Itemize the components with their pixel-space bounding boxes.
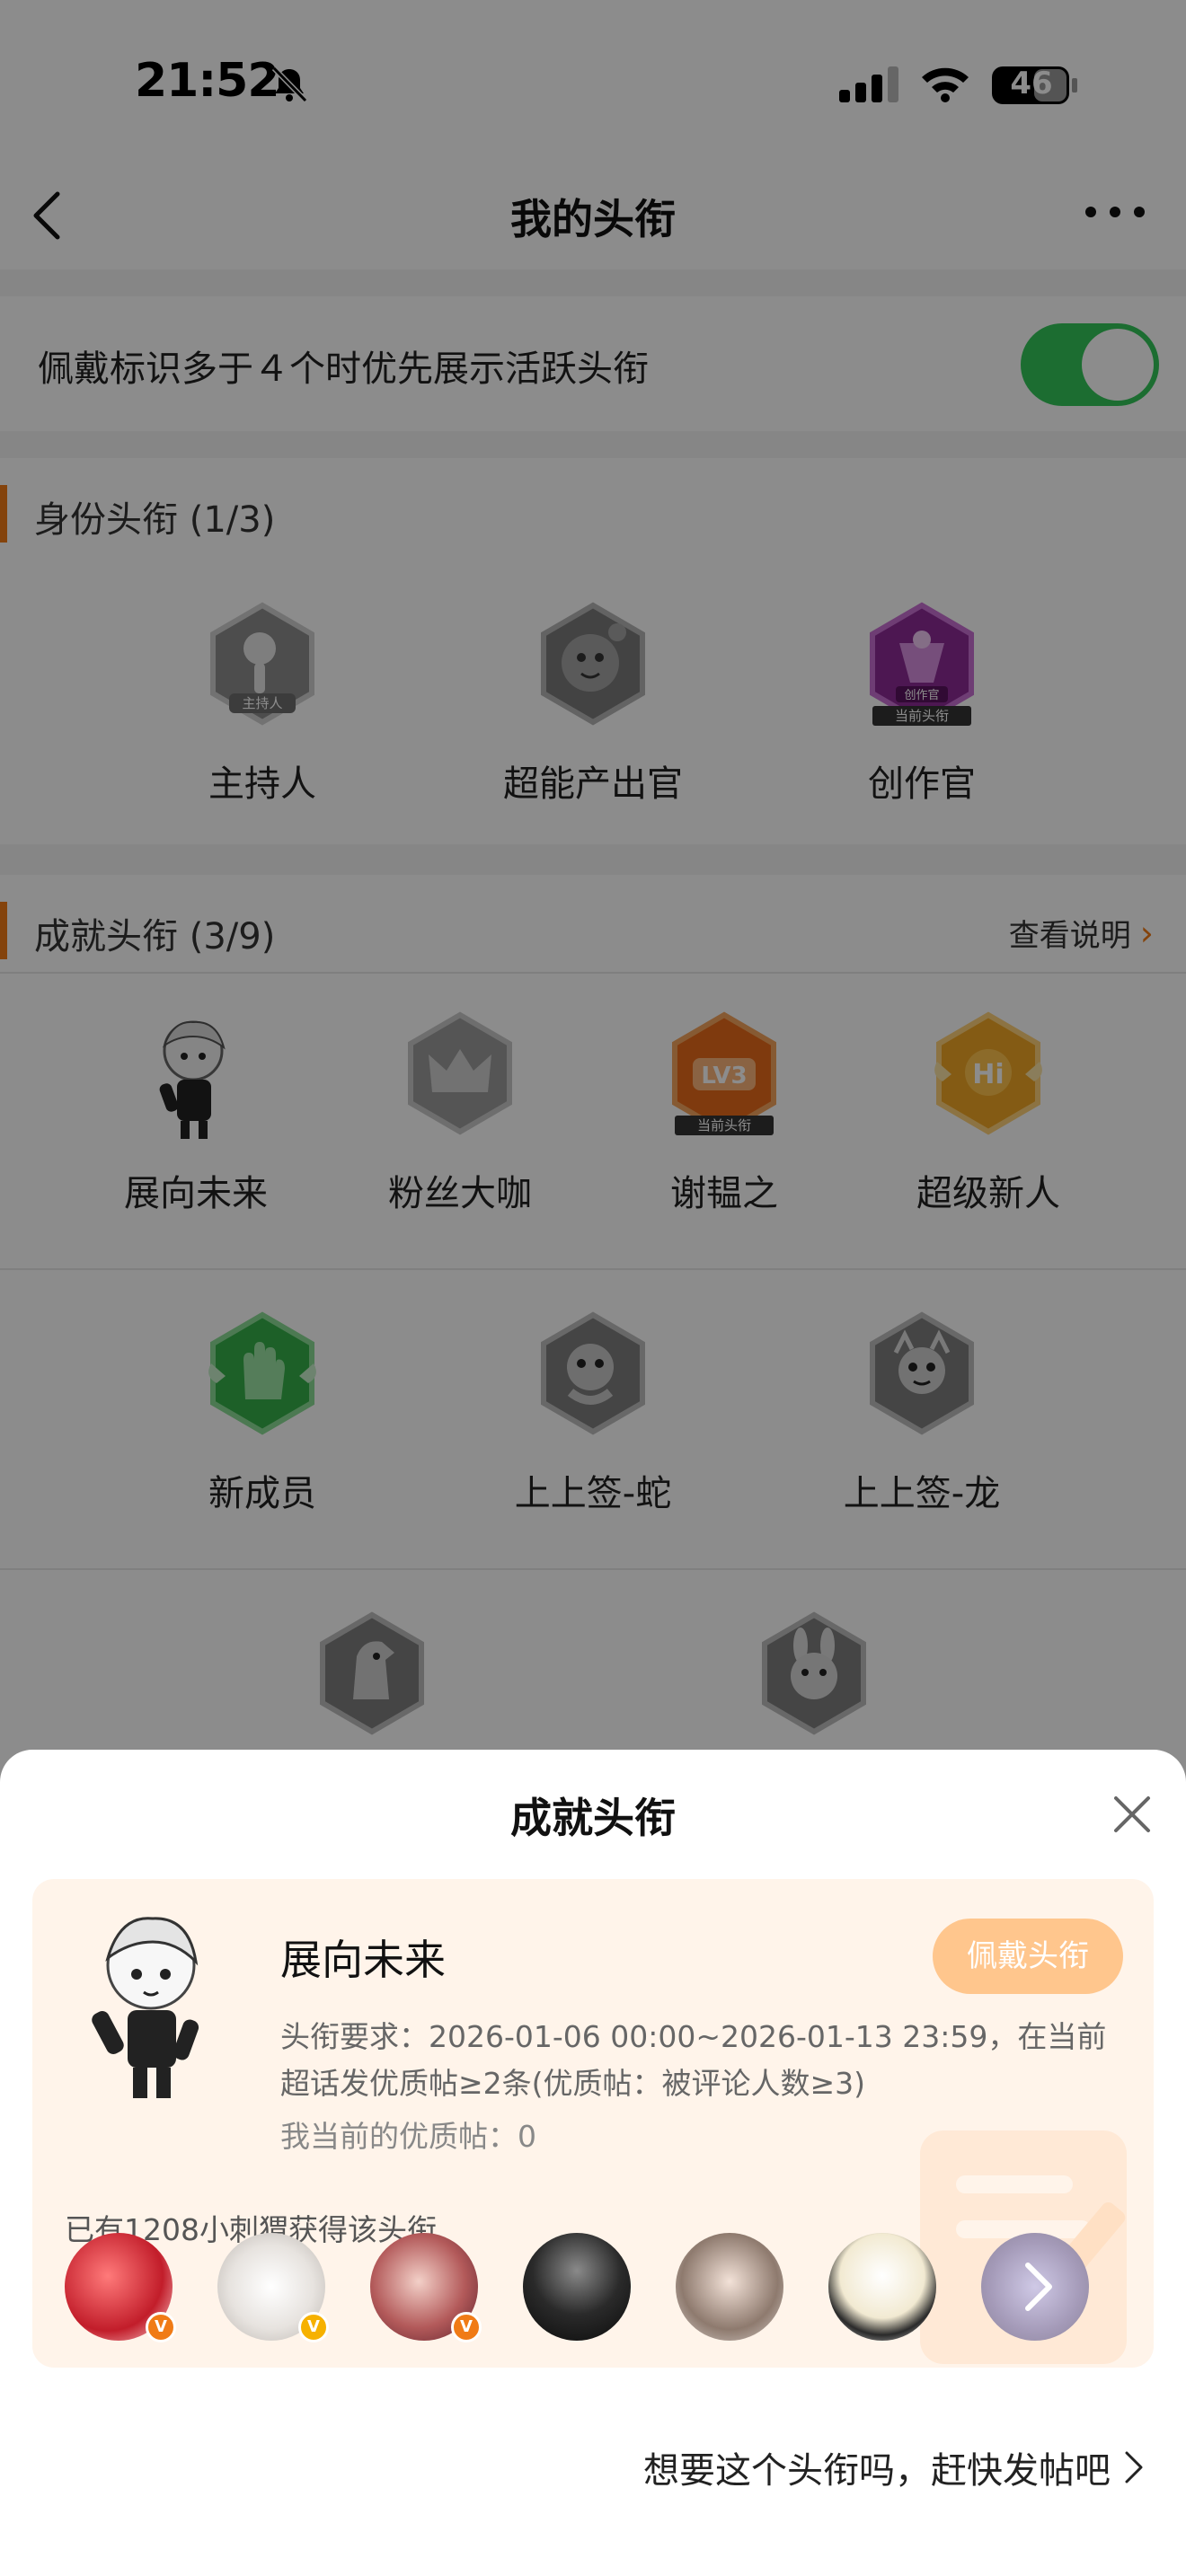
avatar[interactable]: V [65, 2233, 176, 2342]
chevron-right-icon [1025, 2263, 1052, 2311]
post-cta-link[interactable]: 想要这个头衔吗，赶快发帖吧 [643, 2441, 1145, 2493]
badge-title: 展向未来 [280, 1936, 446, 1984]
avatar[interactable] [676, 2233, 783, 2341]
verified-badge-icon: V [298, 2312, 329, 2342]
chevron-right-icon [1125, 2451, 1143, 2483]
character-icon [92, 1917, 199, 2098]
my-quality-posts: 我当前的优质帖：0 [280, 2119, 536, 2154]
more-owners-avatar[interactable] [981, 2233, 1089, 2341]
page: 21:52 46 我的头衔 佩戴标识多于４个时优先展示活跃头衔 身份头衔 (1/… [0, 0, 1186, 2576]
verified-badge-icon: V [451, 2312, 482, 2342]
verified-badge-icon: V [146, 2312, 176, 2342]
cta-label: 想要这个头衔吗，赶快发帖吧 [643, 2450, 1111, 2492]
sheet-title: 成就头衔 [510, 1794, 676, 1842]
requirement-text: 头衔要求：2026-01-06 00:00~2026-01-13 23:59，在… [280, 2019, 1107, 2101]
achievement-title-sheet: 成就头衔 展向未来 佩戴头衔 头衔要求：2026-01-06 00:00~202… [0, 1750, 1186, 2576]
avatar[interactable] [523, 2233, 631, 2341]
title-detail-card: 展向未来 佩戴头衔 头衔要求：2026-01-06 00:00~2026-01-… [32, 1879, 1154, 2368]
wear-title-button[interactable]: 佩戴头衔 [933, 1919, 1123, 1994]
avatar[interactable] [828, 2233, 936, 2341]
close-icon[interactable] [1111, 1793, 1154, 1836]
avatar[interactable]: V [370, 2233, 482, 2342]
avatar[interactable]: V [217, 2233, 329, 2342]
